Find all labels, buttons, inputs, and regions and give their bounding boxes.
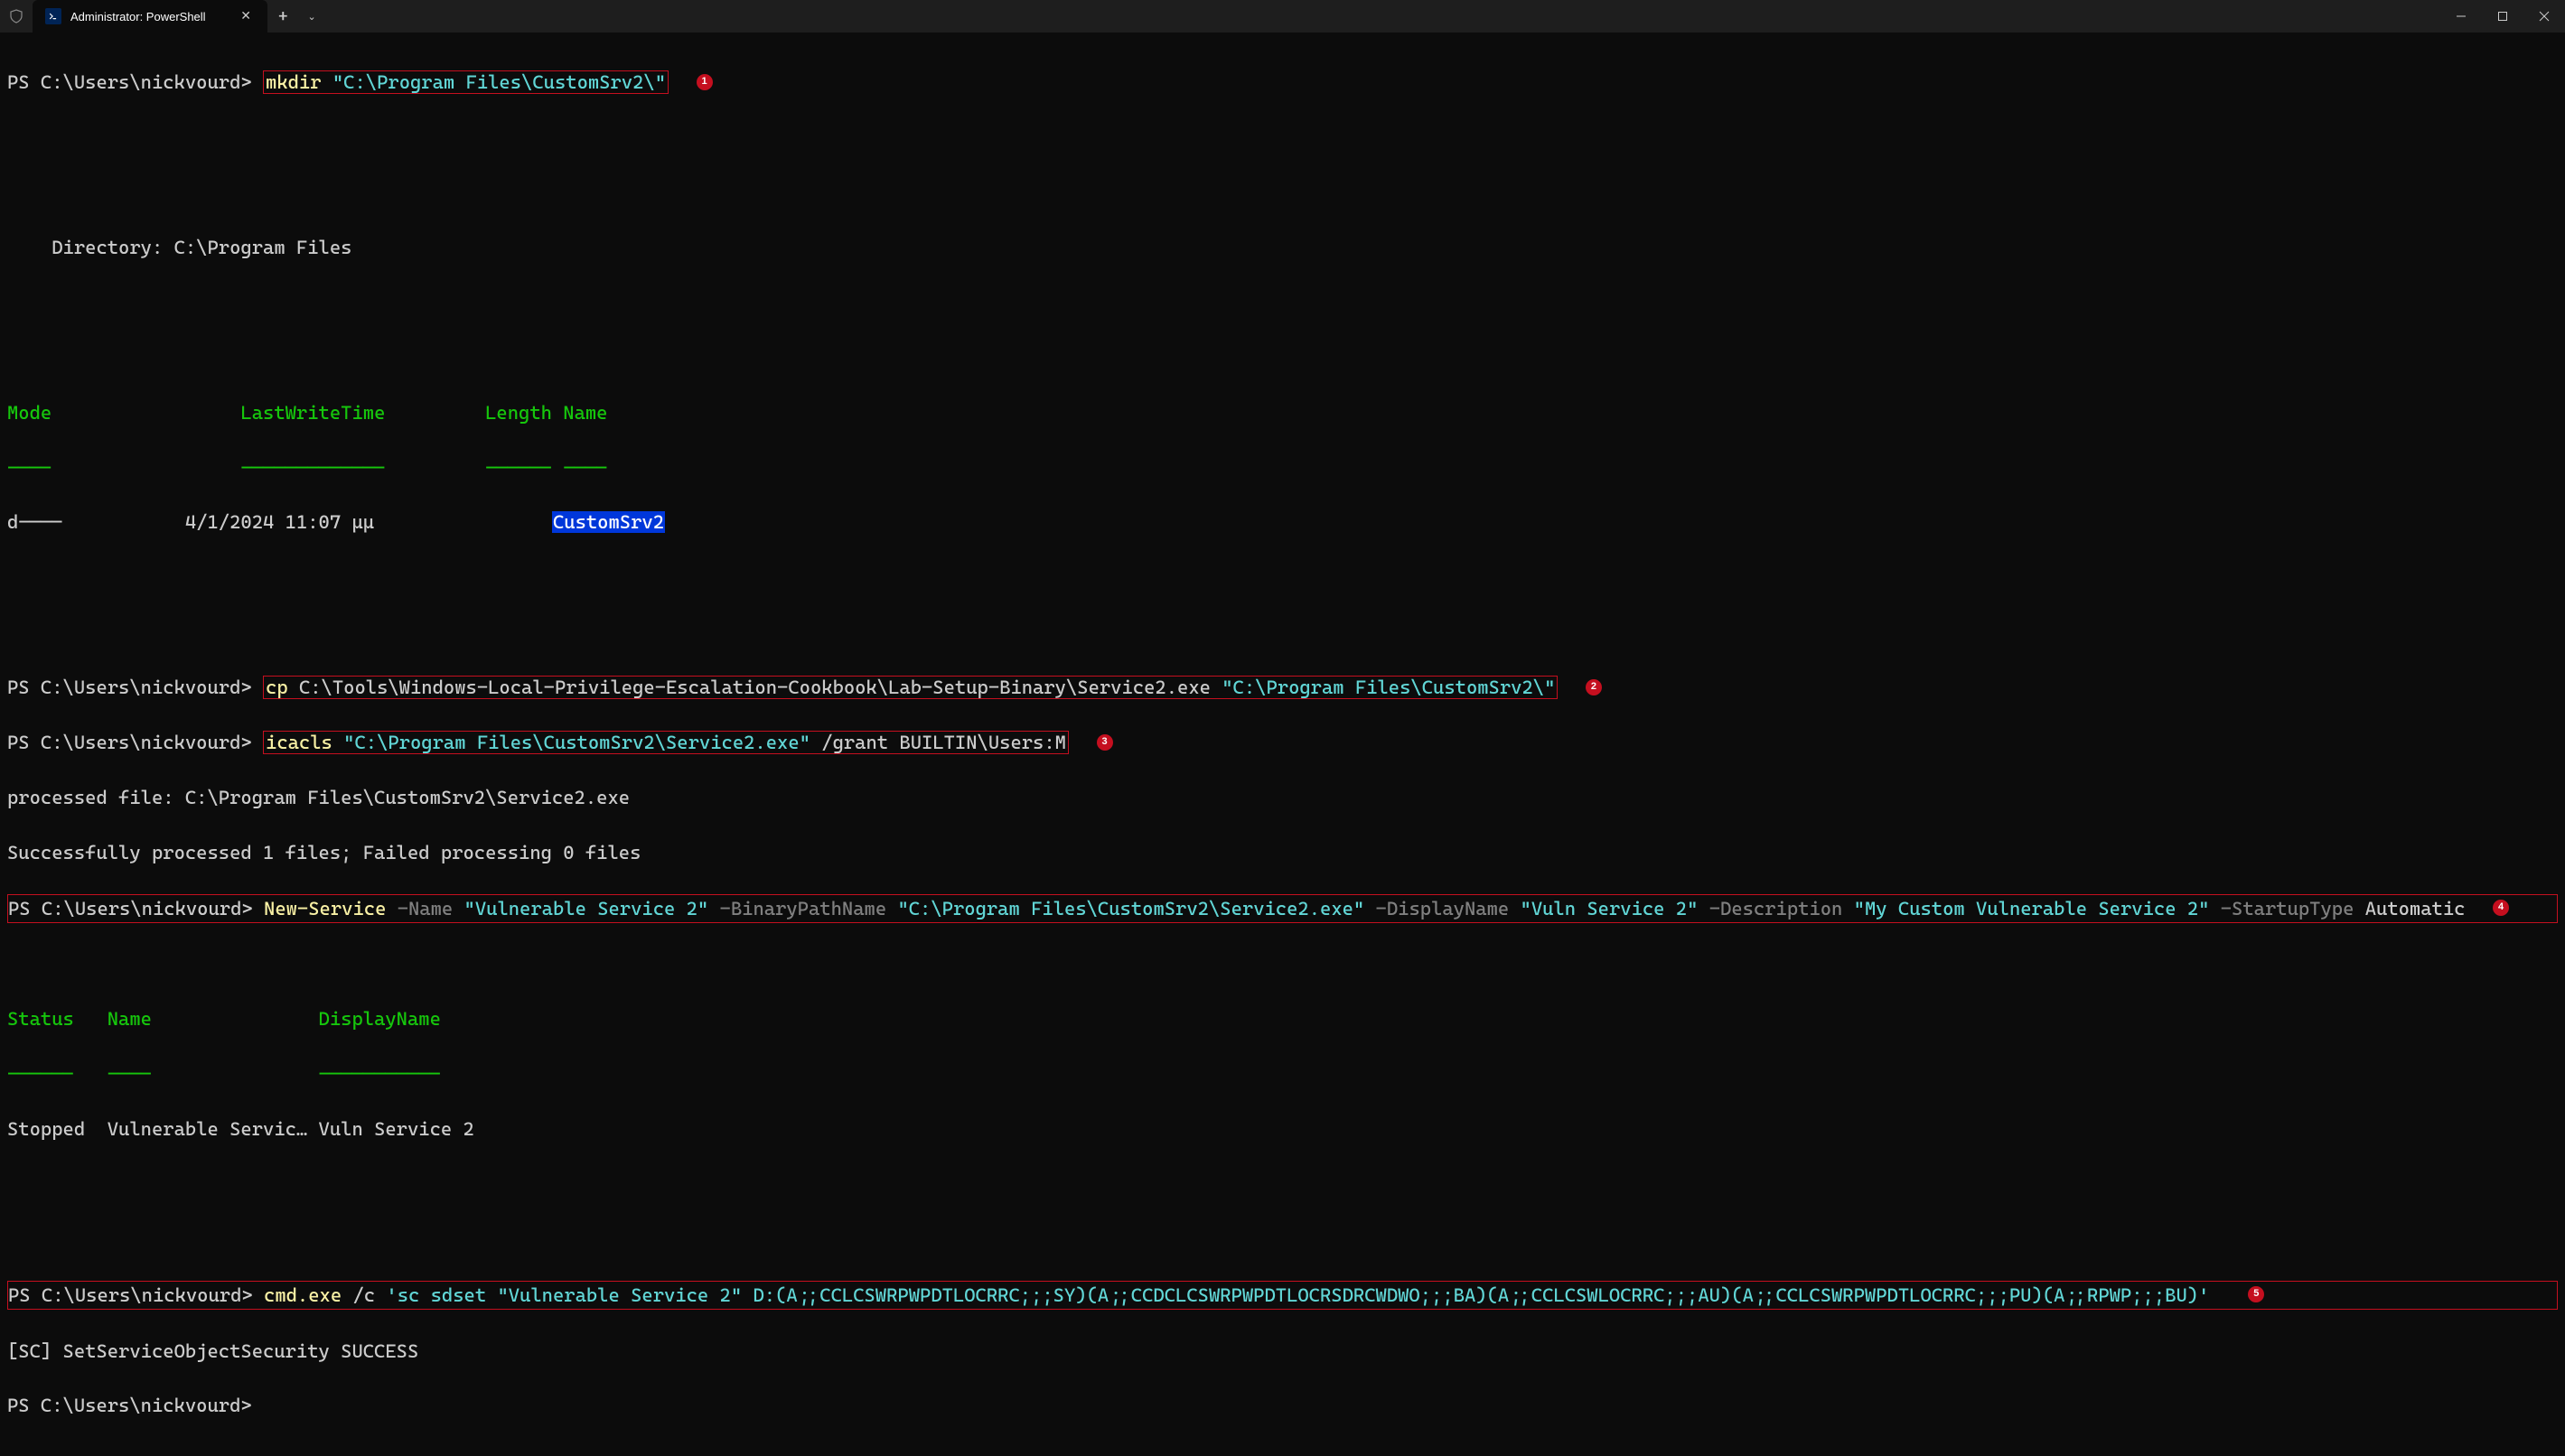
command-box-2: cp C:\Tools\Windows-Local-Privilege-Esca…	[263, 676, 1558, 699]
directory-label: Directory: C:\Program Files	[7, 234, 2558, 261]
status-dash: ------	[7, 1063, 74, 1085]
tab-dropdown-icon[interactable]: ⌄	[299, 11, 325, 23]
cmd-icacls: icacls	[266, 732, 332, 753]
v-name: "Vulnerable Service 2"	[464, 898, 709, 919]
tab-close-icon[interactable]: ✕	[237, 7, 255, 25]
window-controls	[2440, 0, 2565, 33]
p-disp: -DisplayName	[1376, 898, 1510, 919]
command-box-5: PS C:\Users\nickvourd> cmd.exe /c 'sc sd…	[7, 1281, 2558, 1310]
prompt: PS C:\Users\nickvourd>	[8, 898, 264, 919]
v-desc: "My Custom Vulnerable Service 2"	[1854, 898, 2210, 919]
cmd-dst: "C:\Program Files\CustomSrv2\"	[1222, 677, 1555, 698]
prompt: PS C:\Users\nickvourd>	[7, 71, 263, 93]
dash-name: ----	[563, 457, 607, 479]
command-box-4: PS C:\Users\nickvourd> New-Service -Name…	[7, 894, 2558, 923]
cmd-cp: cp	[266, 677, 288, 698]
p-bin: -BinaryPathName	[720, 898, 887, 919]
row-status: Stopped	[7, 1118, 85, 1140]
cmd-newservice: New-Service	[264, 898, 386, 919]
p-desc: -Description	[1709, 898, 1843, 919]
v-bin: "C:\Program Files\CustomSrv2\Service2.ex…	[897, 898, 1364, 919]
badge-5: 5	[2248, 1286, 2264, 1302]
prompt-final: PS C:\Users\nickvourd>	[7, 1395, 263, 1416]
p-name: -Name	[398, 898, 454, 919]
header-lwt: LastWriteTime	[240, 402, 385, 424]
prompt: PS C:\Users\nickvourd>	[7, 677, 263, 698]
row-disp: Vuln Service 2	[319, 1118, 474, 1140]
row-mode: d----	[7, 511, 63, 533]
command-box-3: icacls "C:\Program Files\CustomSrv2\Serv…	[263, 731, 1069, 754]
name-hdr: Name	[108, 1008, 152, 1030]
close-button[interactable]	[2523, 0, 2565, 33]
maximize-button[interactable]	[2482, 0, 2523, 33]
prompt: PS C:\Users\nickvourd>	[8, 1284, 264, 1306]
sc-result: [SC] SetServiceObjectSecurity SUCCESS	[7, 1338, 2558, 1365]
dash-length: ------	[485, 457, 552, 479]
badge-4: 4	[2493, 900, 2509, 916]
command-box-1: mkdir "C:\Program Files\CustomSrv2\"	[263, 70, 669, 94]
cmd-grant: /grant BUILTIN\Users:M	[821, 732, 1066, 753]
row-name2: Vulnerable Servic…	[108, 1118, 307, 1140]
cmd-src: C:\Tools\Windows-Local-Privilege-Escalat…	[299, 677, 1211, 698]
cmd-path: "C:\Program Files\CustomSrv2\Service2.ex…	[343, 732, 810, 753]
header-name: Name	[563, 402, 607, 424]
cmd-c: /c	[352, 1284, 375, 1306]
badge-1: 1	[697, 74, 713, 90]
cmd-arg: "C:\Program Files\CustomSrv2\"	[332, 71, 666, 93]
display-hdr: DisplayName	[319, 1008, 441, 1030]
p-start: -StartupType	[2221, 898, 2354, 919]
name-dash: ----	[108, 1063, 152, 1085]
prompt: PS C:\Users\nickvourd>	[7, 732, 263, 753]
status-hdr: Status	[7, 1008, 74, 1030]
shield-icon	[7, 7, 25, 25]
title-bar-left: Administrator: PowerShell ✕ + ⌄	[0, 0, 325, 33]
v-disp: "Vuln Service 2"	[1521, 898, 1699, 919]
dash-lwt: -------------	[240, 457, 385, 479]
header-mode: Mode	[7, 402, 51, 424]
tab-powershell[interactable]: Administrator: PowerShell ✕	[33, 0, 267, 33]
cmd-mkdir: mkdir	[266, 71, 322, 93]
tab-title: Administrator: PowerShell	[70, 10, 228, 23]
terminal-output[interactable]: PS C:\Users\nickvourd> mkdir "C:\Program…	[0, 33, 2565, 1456]
processed-output: processed file: C:\Program Files\CustomS…	[7, 784, 2558, 811]
powershell-icon	[45, 8, 61, 24]
display-dash: -----------	[319, 1063, 441, 1085]
dash-mode: ----	[7, 457, 51, 479]
minimize-button[interactable]	[2440, 0, 2482, 33]
row-date: 4/1/2024 11:07 μμ	[185, 511, 374, 533]
badge-3: 3	[1097, 734, 1113, 751]
v-start: Automatic	[2365, 898, 2466, 919]
header-length: Length	[485, 402, 552, 424]
badge-2: 2	[1586, 679, 1602, 695]
new-tab-button[interactable]: +	[267, 7, 299, 26]
success-output: Successfully processed 1 files; Failed p…	[7, 839, 2558, 866]
cmd-sc-arg: 'sc sdset "Vulnerable Service 2" D:(A;;C…	[386, 1284, 2209, 1306]
cmd-cmdexe: cmd.exe	[264, 1284, 342, 1306]
title-bar: Administrator: PowerShell ✕ + ⌄	[0, 0, 2565, 33]
row-folder-name: CustomSrv2	[552, 511, 665, 533]
